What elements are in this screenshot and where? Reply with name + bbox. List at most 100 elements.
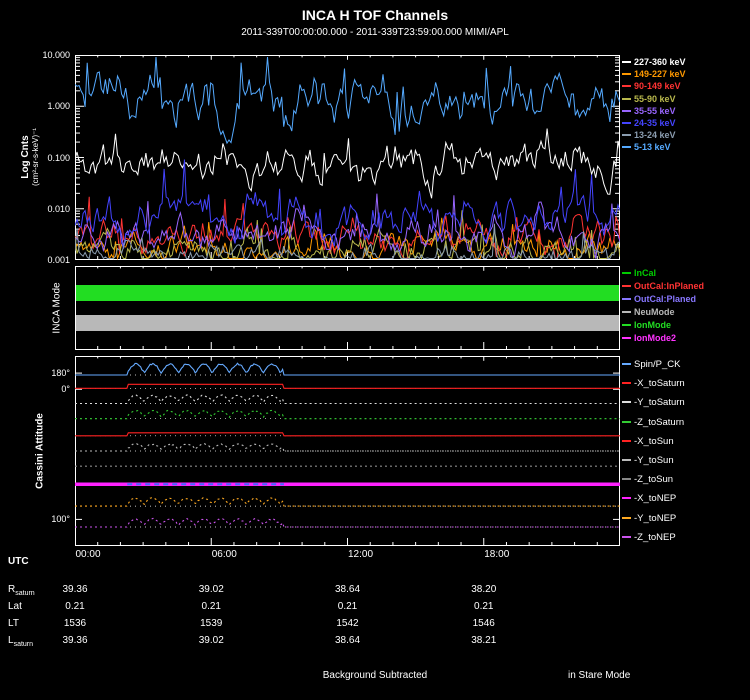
legend-label: -Y_toSun — [634, 455, 674, 466]
x-tick-label: 06:00 — [204, 549, 244, 560]
legend-item: 13-24 keV — [622, 130, 676, 140]
row-label-subscript: saturn — [15, 590, 34, 597]
legend-line-swatch — [622, 324, 631, 326]
legend-line-swatch — [622, 110, 631, 112]
panel3-y-tick: 100° — [0, 514, 70, 524]
ephemeris-value: 38.64 — [316, 584, 380, 595]
legend-label: -X_toNEP — [634, 493, 676, 504]
legend-label: 24-35 keV — [634, 118, 676, 128]
panel1-y-tick: 0.001 — [0, 255, 70, 265]
legend-line-swatch — [622, 363, 631, 365]
ephemeris-value: 39.02 — [179, 584, 243, 595]
legend-line-swatch — [622, 298, 631, 300]
ephemeris-row-label: Rsaturn — [8, 584, 35, 597]
ephemeris-value: 0.21 — [43, 601, 107, 612]
ephemeris-value: 1536 — [43, 618, 107, 629]
row-label-subscript: saturn — [14, 641, 33, 648]
legend-label: IonMode2 — [634, 333, 676, 343]
legend-item: OutCal:Planed — [622, 294, 696, 304]
panel3-y-tick: 0° — [0, 384, 70, 394]
time-range-subtitle: 2011-339T00:00:00.000 - 2011-339T23:59:0… — [0, 27, 750, 38]
ephemeris-value: 39.36 — [43, 635, 107, 646]
legend-label: 90-149 keV — [634, 81, 681, 91]
page-title: INCA H TOF Channels — [0, 7, 750, 23]
legend-line-swatch — [622, 272, 631, 274]
legend-item: -Z_toSun — [622, 475, 673, 485]
legend-item: IonMode — [622, 320, 671, 330]
x-tick-label: 00:00 — [68, 549, 108, 560]
panel2-y-axis-label: INCA Mode — [52, 282, 63, 333]
x-tick-label: 18:00 — [477, 549, 517, 560]
legend-label: -Z_toNEP — [634, 532, 676, 543]
legend-line-swatch — [622, 73, 631, 75]
panel1-y-tick: 0.100 — [0, 153, 70, 163]
panel3-y-tick: 180° — [0, 368, 70, 378]
ephemeris-row-label: Lat — [8, 601, 22, 612]
legend-line-swatch — [622, 134, 631, 136]
legend-line-swatch — [622, 459, 631, 461]
legend-line-swatch — [622, 536, 631, 538]
ephemeris-value: 38.21 — [452, 635, 516, 646]
legend-line-swatch — [622, 337, 631, 339]
ephemeris-value: 38.20 — [452, 584, 516, 595]
legend-label: Spin/P_CK — [634, 359, 680, 370]
panel1-y-tick: 1.000 — [0, 101, 70, 111]
legend-line-swatch — [622, 122, 631, 124]
legend-line-swatch — [622, 98, 631, 100]
legend-item: -Z_toSaturn — [622, 418, 684, 428]
legend-item: NeuMode — [622, 307, 675, 317]
x-tick-label: 12:00 — [341, 549, 381, 560]
legend-label: -Y_toSaturn — [634, 397, 685, 408]
legend-line-swatch — [622, 440, 631, 442]
legend-line-swatch — [622, 517, 631, 519]
legend-label: NeuMode — [634, 307, 675, 317]
legend-line-swatch — [622, 146, 631, 148]
legend-label: -X_toSaturn — [634, 378, 685, 389]
panel1-y-tick: 10.000 — [0, 50, 70, 60]
panel1-y-tick: 0.010 — [0, 204, 70, 214]
tof-channels-line-plot — [75, 55, 620, 260]
legend-line-swatch — [622, 421, 631, 423]
legend-label: 13-24 keV — [634, 130, 676, 140]
legend-item: 90-149 keV — [622, 81, 681, 91]
legend-item: 227-360 keV — [622, 57, 686, 67]
plot-page: INCA H TOF Channels 2011-339T00:00:00.00… — [0, 0, 750, 700]
ephemeris-row-label: LT — [8, 618, 19, 629]
footer-stare-mode: in Stare Mode — [568, 670, 630, 681]
ephemeris-row-label: Lsaturn — [8, 635, 33, 648]
legend-label: InCal — [634, 268, 656, 278]
legend-label: 5-13 keV — [634, 142, 671, 152]
legend-item: 5-13 keV — [622, 142, 671, 152]
legend-line-swatch — [622, 382, 631, 384]
ephemeris-value: 0.21 — [179, 601, 243, 612]
legend-label: 55-90 keV — [634, 94, 676, 104]
legend-label: IonMode — [634, 320, 671, 330]
legend-line-swatch — [622, 61, 631, 63]
ephemeris-value: 39.36 — [43, 584, 107, 595]
legend-line-swatch — [622, 311, 631, 313]
inca-mode-timeline-plot — [75, 266, 620, 350]
legend-item: OutCal:InPlaned — [622, 281, 704, 291]
legend-item: -X_toSun — [622, 437, 674, 447]
legend-item: 149-227 keV — [622, 69, 686, 79]
legend-label: 149-227 keV — [634, 69, 686, 79]
ephemeris-value: 0.21 — [316, 601, 380, 612]
legend-item: InCal — [622, 268, 656, 278]
legend-label: -Z_toSaturn — [634, 417, 684, 428]
legend-label: OutCal:Planed — [634, 294, 696, 304]
cassini-attitude-plot — [75, 356, 620, 546]
legend-item: IonMode2 — [622, 333, 676, 343]
legend-item: -Y_toSaturn — [622, 398, 685, 408]
legend-label: OutCal:InPlaned — [634, 281, 704, 291]
legend-item: 35-55 keV — [622, 106, 676, 116]
legend-item: Spin/P_CK — [622, 360, 680, 370]
legend-item: -Y_toSun — [622, 456, 674, 466]
utc-axis-label: UTC — [8, 556, 29, 567]
legend-item: -Z_toNEP — [622, 533, 676, 543]
legend-label: -Z_toSun — [634, 474, 673, 485]
ephemeris-value: 39.02 — [179, 635, 243, 646]
legend-label: -Y_toNEP — [634, 513, 676, 524]
row-label-text: Lat — [8, 601, 22, 612]
ephemeris-value: 1542 — [316, 618, 380, 629]
ephemeris-value: 1539 — [179, 618, 243, 629]
